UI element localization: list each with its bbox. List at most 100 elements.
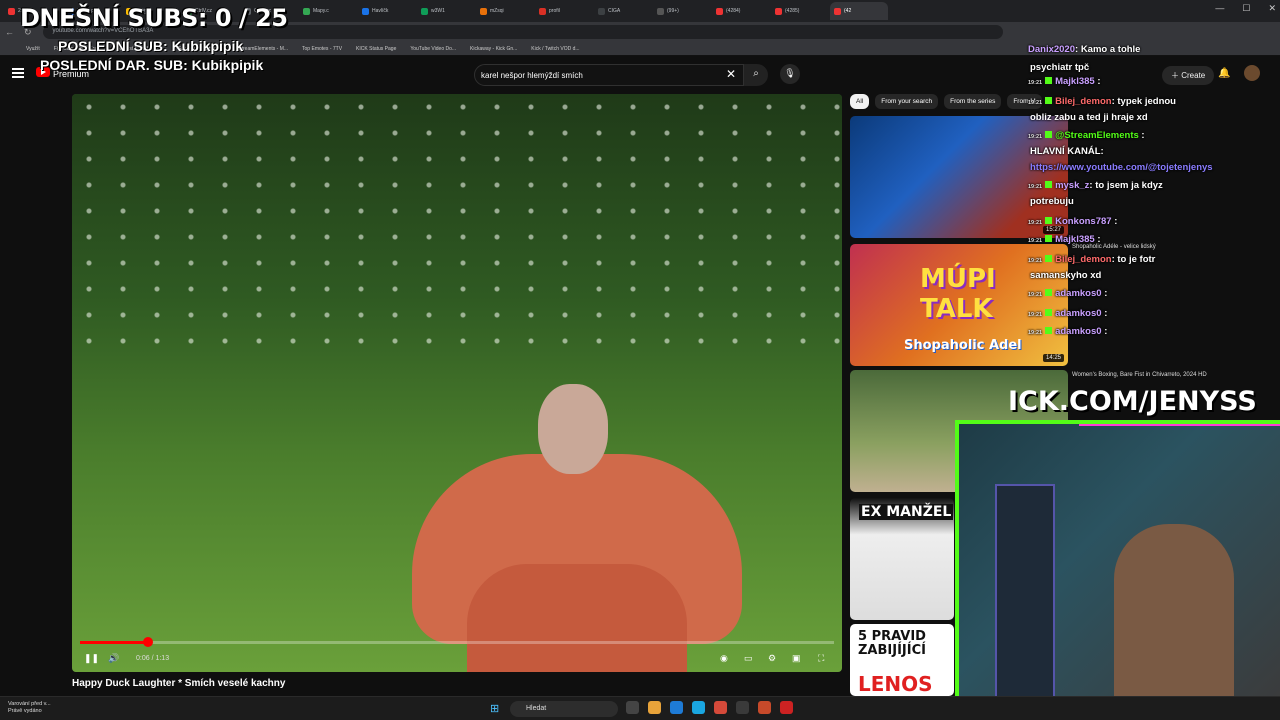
bookmark-item[interactable]: Kick / Twitch VOD d...	[531, 46, 579, 52]
browser-tab[interactable]: Mapy.c	[299, 2, 357, 20]
close-icon[interactable]: ✕	[1268, 3, 1276, 14]
chip-from-your-search[interactable]: From your search	[875, 94, 939, 109]
obs-icon[interactable]	[780, 701, 793, 714]
chat-timestamp: 19:21	[1028, 258, 1043, 264]
tab-favicon-icon	[657, 7, 664, 15]
bookmark-item[interactable]: KICK Status Page	[356, 46, 396, 52]
browser-tab[interactable]: CIGA	[594, 2, 652, 20]
chat-username[interactable]: Bilej_demon	[1055, 254, 1112, 265]
chat-username[interactable]: Majkl385	[1055, 234, 1095, 245]
chat-text: : typek jednou	[1111, 96, 1176, 107]
back-icon[interactable]: ←	[5, 27, 14, 37]
fullscreen-icon[interactable]: ⛶	[818, 653, 824, 664]
bookmark-item[interactable]: Top Emotes - 7TV	[302, 46, 342, 52]
chat-username[interactable]: adamkos0	[1055, 308, 1101, 319]
minimize-icon[interactable]: —	[1215, 3, 1224, 14]
bookmark-item[interactable]: Kickaway - Kick Gn...	[470, 46, 517, 52]
recommendation-thumb-5[interactable]: 5 PRAVID ZABIJÍJÍCÍ LENOS	[850, 624, 954, 696]
kick-badge-icon	[1045, 327, 1053, 334]
store-icon[interactable]	[692, 701, 705, 714]
pause-icon[interactable]: ❚❚	[84, 653, 99, 664]
kick-badge-icon	[1045, 235, 1053, 242]
kick-badge-icon	[1045, 77, 1053, 84]
chat-username[interactable]: Bilej_demon	[1055, 96, 1112, 107]
chat-text: :	[1101, 288, 1108, 299]
chat-message: Danix2020: Kamo a tohle	[1028, 44, 1140, 55]
chat-timestamp: 19:21	[1028, 330, 1043, 336]
chat-message: 19:21 Bilej_demon: typek jednou	[1028, 96, 1176, 107]
browser-tab[interactable]: profil	[535, 2, 593, 20]
recommendation-thumb-4[interactable]: EX MANŽEL	[850, 498, 954, 620]
chat-text: :	[1101, 308, 1108, 319]
chrome-active-icon[interactable]	[758, 701, 771, 714]
taskbar-apps	[626, 701, 793, 714]
chat-username[interactable]: adamkos0	[1055, 288, 1101, 299]
autoplay-toggle-icon[interactable]: ◉	[720, 653, 728, 664]
chat-username[interactable]: mysk_z	[1055, 180, 1089, 191]
chat-text: https://www.youtube.com/@tojetenjenys	[1030, 162, 1213, 173]
tab-title: Havlíčk	[372, 8, 389, 14]
microphone-icon[interactable]: 🎙	[780, 64, 800, 84]
chat-message: 19:21 Majkl385 :	[1028, 234, 1101, 245]
kick-badge-icon	[1045, 255, 1053, 262]
tab-title: mZsqi	[490, 8, 504, 14]
miniplayer-icon[interactable]: ▣	[792, 653, 801, 664]
window-controls[interactable]: — ☐ ✕	[1215, 3, 1276, 14]
recommendation-chips: All From your search From the series Fro…	[850, 94, 1042, 109]
search-input[interactable]: karel nešpor hlemýždí smích	[474, 64, 744, 86]
video-person-legs	[467, 564, 687, 672]
task-view-icon[interactable]	[626, 701, 639, 714]
chat-username[interactable]: @StreamElements	[1055, 130, 1139, 141]
search-icon[interactable]: ⌕	[744, 64, 768, 86]
chat-username[interactable]: Danix2020	[1028, 44, 1075, 55]
clear-search-icon[interactable]: ✕	[726, 67, 736, 81]
browser-tab[interactable]: Havlíčk	[358, 2, 416, 20]
chat-username[interactable]: Konkons787	[1055, 216, 1112, 227]
tab-favicon-icon	[362, 7, 369, 15]
chip-all[interactable]: All	[850, 94, 870, 109]
maximize-icon[interactable]: ☐	[1242, 3, 1250, 14]
video-player[interactable]: ❚❚ 🔊 0:06 / 1:13 ◉ ▭ ⚙ ▣ ⛶	[72, 94, 842, 672]
subtitles-icon[interactable]: ▭	[744, 653, 753, 664]
chat-username[interactable]: Majkl385	[1055, 76, 1095, 87]
progress-bar[interactable]	[80, 637, 834, 647]
chat-username[interactable]: adamkos0	[1055, 326, 1101, 337]
notification-toast[interactable]: Varování před v... Právě vydáno	[8, 701, 51, 715]
bookmark-item[interactable]: Využít	[26, 46, 40, 52]
browser-tab[interactable]: (4284)	[712, 2, 770, 20]
terminal-icon[interactable]	[736, 701, 749, 714]
tab-title: w3W1	[431, 8, 445, 14]
edge-icon[interactable]	[670, 701, 683, 714]
tab-favicon-icon	[421, 7, 428, 15]
browser-tab[interactable]: (42	[830, 2, 888, 20]
chip-from-the-series[interactable]: From the series	[944, 94, 1002, 109]
volume-icon[interactable]: 🔊	[108, 653, 119, 664]
tab-title: (4285)	[785, 8, 800, 14]
time-display: 0:06 / 1:13	[136, 655, 170, 662]
browser-tab[interactable]: w3W1	[417, 2, 475, 20]
chrome-icon[interactable]	[714, 701, 727, 714]
taskbar-search[interactable]: Hledat	[510, 701, 618, 717]
browser-tab[interactable]: mZsqi	[476, 2, 534, 20]
chat-text: :	[1111, 216, 1118, 227]
recommendation-meta-3[interactable]: Women's Boxing, Bare Fist in Chivarreto,…	[1072, 372, 1222, 378]
chat-timestamp: 19:21	[1028, 80, 1043, 86]
tab-favicon-icon	[8, 7, 15, 15]
browser-tab[interactable]: (4285)	[771, 2, 829, 20]
thumb-subtitle: Shopaholic Adel	[904, 338, 1022, 353]
windows-start-icon[interactable]: ⊞	[490, 702, 499, 715]
settings-gear-icon[interactable]: ⚙	[768, 653, 776, 664]
kick-badge-icon	[1045, 217, 1053, 224]
tab-title: profil	[549, 8, 560, 14]
bookmark-item[interactable]: YouTube Video Do...	[410, 46, 456, 52]
browser-tab[interactable]: (99+)	[653, 2, 711, 20]
chat-text: psychiatr tpč	[1030, 62, 1090, 73]
file-explorer-icon[interactable]	[648, 701, 661, 714]
tab-title: Mapy.c	[313, 8, 329, 14]
scrubber-handle[interactable]	[142, 637, 153, 647]
tab-favicon-icon	[598, 7, 605, 15]
toast-title: Varování před v...	[8, 701, 51, 707]
kick-badge-icon	[1045, 289, 1053, 296]
hamburger-menu-icon[interactable]	[12, 68, 24, 78]
bookmark-item[interactable]: StreamElements - M...	[238, 46, 288, 52]
